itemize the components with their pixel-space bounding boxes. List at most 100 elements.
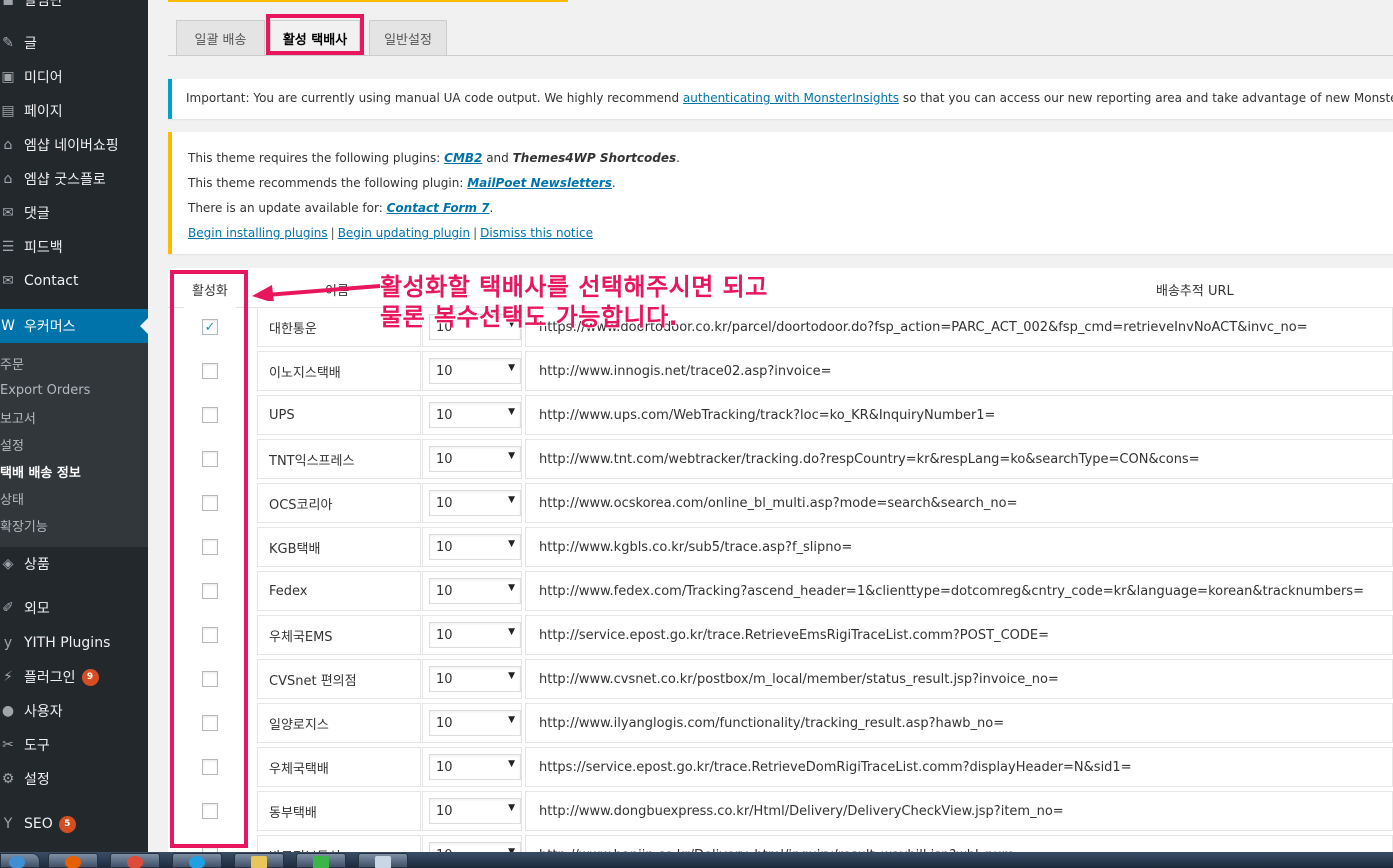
sidebar-item-label: 사용자: [24, 704, 63, 720]
order-select[interactable]: 10▼: [429, 534, 521, 560]
order-select[interactable]: 10▼: [429, 402, 521, 428]
order-value: 10: [436, 627, 453, 643]
order-select[interactable]: 10▼: [429, 798, 521, 824]
sidebar-item[interactable]: ⌂ 엠샵 네이버쇼핑: [0, 128, 148, 162]
tools-icon: ✂: [2, 737, 14, 753]
sidebar-item[interactable]: ▤ 페이지: [0, 94, 148, 128]
dismiss-notice-link[interactable]: Dismiss this notice: [480, 226, 593, 240]
order-select[interactable]: 10▼: [429, 754, 521, 780]
themes4wp-text: Themes4WP Shortcodes: [512, 151, 677, 165]
contact-form-7-link[interactable]: Contact Form 7: [387, 201, 490, 215]
courier-name: 우체국택배: [257, 747, 421, 787]
courier-name: TNT익스프레스: [257, 439, 421, 479]
ie-taskbar-icon[interactable]: [172, 853, 222, 868]
courier-name: Fedex: [257, 571, 421, 611]
notice-actions: Begin installing plugins | Begin updating …: [188, 225, 1379, 250]
order-cell: 10▼: [422, 659, 522, 699]
tracking-url: http://www.ocskorea.com/online_bl_multi.…: [525, 483, 1393, 523]
monsterinsights-notice: Important: You are currently using manua…: [168, 79, 1393, 119]
app-taskbar-icon[interactable]: [296, 853, 346, 868]
sidebar-item[interactable]: W 우커머스: [0, 309, 148, 343]
submenu-item[interactable]: 상태: [0, 485, 148, 512]
order-select[interactable]: 10▼: [429, 446, 521, 472]
begin-updating-link[interactable]: Begin updating plugin: [338, 226, 470, 240]
order-value: 10: [436, 407, 453, 423]
order-cell: 10▼: [422, 835, 522, 852]
order-select[interactable]: 10▼: [429, 842, 521, 852]
sidebar-item[interactable]: ▣ 미디어: [0, 60, 148, 94]
chrome-taskbar-icon[interactable]: [110, 853, 160, 868]
separator: |: [473, 226, 478, 240]
settings-icon: ⚙: [1, 771, 15, 787]
sidebar-item[interactable]: ⚙ 설정: [0, 762, 148, 796]
order-select[interactable]: 10▼: [429, 710, 521, 736]
order-value: 10: [436, 671, 453, 687]
dropdown-arrow-icon: ▼: [508, 627, 515, 637]
order-select[interactable]: 10▼: [429, 490, 521, 516]
table-row: 동부택배 10 ▼ http://www.dongbuexpress.co.kr/Ht…: [168, 789, 1393, 833]
firefox-taskbar-icon[interactable]: [48, 853, 98, 868]
sidebar-item[interactable]: ✂ 도구: [0, 728, 148, 762]
explorer-taskbar-icon[interactable]: [234, 853, 284, 868]
sidebar-item[interactable]: Y SEO 5: [0, 807, 148, 841]
table-row: TNT익스프레스 10 ▼ http://www.tnt.com/webtracker…: [168, 437, 1393, 481]
notice-info-suffix: so that you can access our new reporting…: [902, 91, 1393, 105]
submenu-item[interactable]: Export Orders: [0, 377, 148, 404]
cmb2-link[interactable]: CMB2: [444, 151, 482, 165]
sidebar-item[interactable]: ☰ 피드백: [0, 230, 148, 264]
sidebar-item-label: YITH Plugins: [24, 635, 111, 651]
sidebar-item-label: 미디어: [24, 70, 63, 86]
admin-sidebar: 주문 Export Orders 보고서 설정 택배 배송 정보 상태 확장기능 ◼ 알림판 ✎ 글…: [0, 0, 148, 852]
submenu-item[interactable]: 택배 배송 정보: [0, 458, 148, 485]
dropdown-arrow-icon: ▼: [508, 495, 515, 505]
order-select[interactable]: 10▼: [429, 358, 521, 384]
sidebar-item[interactable]: ◼ 알림판: [0, 0, 148, 17]
sidebar-item[interactable]: y YITH Plugins: [0, 626, 148, 660]
sidebar-item-label: 상품: [24, 557, 50, 573]
courier-name: 이노지스택배: [257, 351, 421, 391]
tab-bulk-shipping[interactable]: 일괄 배송: [176, 20, 265, 56]
order-cell: 10▼: [422, 439, 522, 479]
order-cell: 10▼: [422, 483, 522, 523]
submenu-item[interactable]: 보고서: [0, 404, 148, 431]
begin-installing-link[interactable]: Begin installing plugins: [188, 226, 328, 240]
seo-icon: Y: [3, 816, 13, 832]
courier-name: CVSnet 편의점: [257, 659, 421, 699]
recommend-prefix: This theme recommends the following plug…: [188, 176, 468, 190]
order-cell: 10▼: [422, 571, 522, 611]
dropdown-arrow-icon: ▼: [508, 715, 515, 725]
sidebar-item[interactable]: ⚡ 플러그인 9: [0, 660, 148, 694]
required-plugins-line: This theme requires the following plugin…: [188, 150, 1379, 175]
tracking-url: http://www.hanjin.co.kr/Delivery_html/in…: [525, 835, 1393, 852]
submenu-item[interactable]: 확장기능: [0, 512, 148, 539]
order-value: 10: [436, 451, 453, 467]
submenu-item[interactable]: 설정: [0, 431, 148, 458]
start-button[interactable]: [0, 853, 40, 868]
woocommerce-submenu: 주문 Export Orders 보고서 설정 택배 배송 정보 상태 확장기능: [0, 343, 148, 547]
table-row: UPS 10 ▼ http://www.ups.com/WebTracking/tra…: [168, 393, 1393, 437]
sidebar-item[interactable]: ⌂ 엠샵 굿스플로: [0, 162, 148, 196]
tab-highlight-box: [266, 14, 364, 55]
sidebar-item[interactable]: ✉ Contact: [0, 264, 148, 298]
authenticate-link[interactable]: authenticating with MonsterInsights: [683, 91, 899, 105]
tracking-url: http://www.dongbuexpress.co.kr/Html/Deli…: [525, 791, 1393, 831]
sidebar-item[interactable]: ◈ 상품: [0, 547, 148, 581]
windows-taskbar: [0, 852, 1393, 868]
tracking-url: http://www.ups.com/WebTracking/track?loc…: [525, 395, 1393, 435]
order-select[interactable]: 10▼: [429, 666, 521, 692]
sidebar-item[interactable]: ✎ 글: [0, 26, 148, 60]
sidebar-item[interactable]: ✐ 외모: [0, 591, 148, 625]
order-cell: 10▼: [422, 703, 522, 743]
order-value: 10: [436, 759, 453, 775]
order-select[interactable]: 10 ▼: [429, 622, 521, 648]
submenu-item[interactable]: 주문: [0, 350, 148, 377]
mailpoet-link[interactable]: MailPoet Newsletters: [467, 176, 612, 190]
order-select[interactable]: 10▼: [429, 578, 521, 604]
tab-general-settings[interactable]: 일반설정: [369, 20, 447, 56]
sidebar-item-label: 우커머스: [24, 319, 76, 335]
sidebar-item[interactable]: ✉ 댓글: [0, 196, 148, 230]
sidebar-item[interactable]: ● 사용자: [0, 694, 148, 728]
order-value: 10: [436, 803, 453, 819]
window-taskbar-icon[interactable]: [358, 853, 408, 868]
tracking-url: http://www.tnt.com/webtracker/tracking.d…: [525, 439, 1393, 479]
